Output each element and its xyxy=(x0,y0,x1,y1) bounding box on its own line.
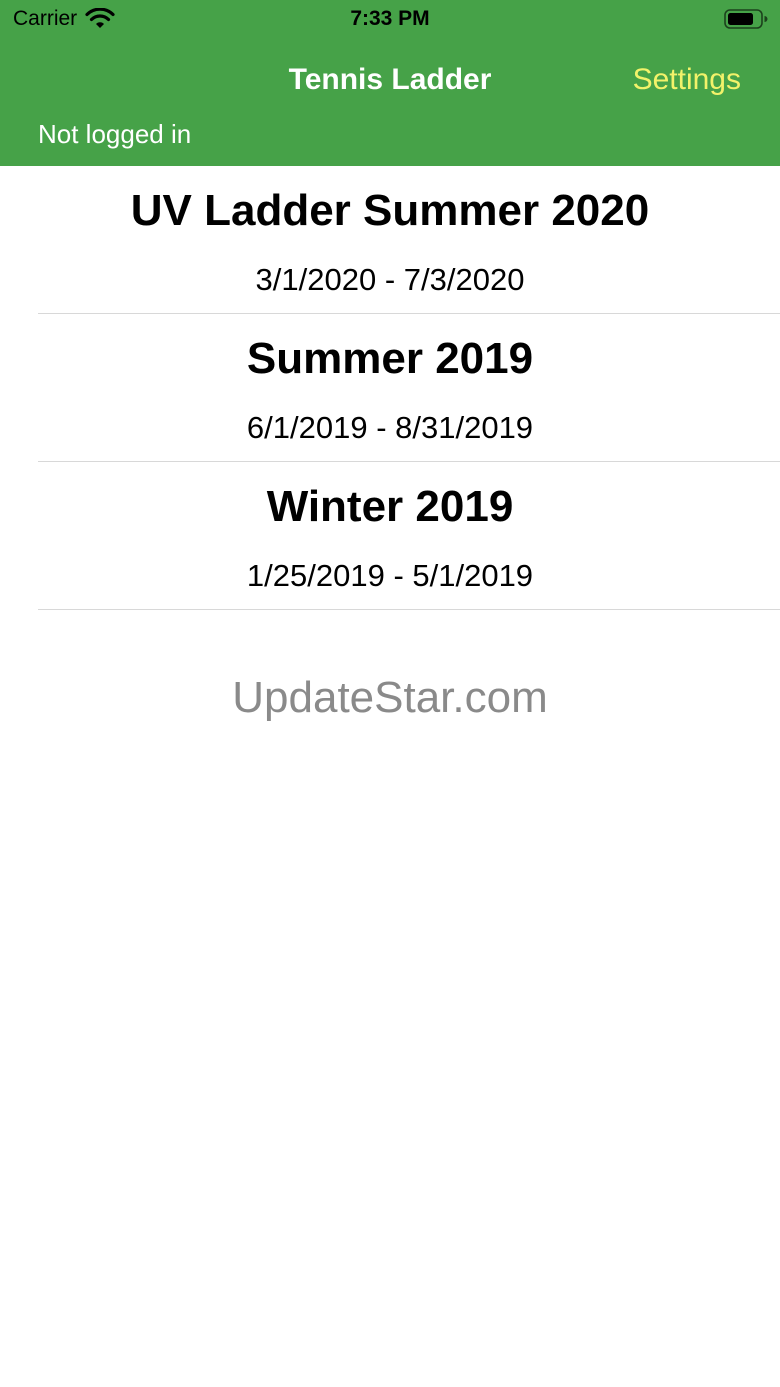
season-row-uv-ladder-summer-2020[interactable]: UV Ladder Summer 2020 3/1/2020 - 7/3/202… xyxy=(0,166,780,314)
settings-button[interactable]: Settings xyxy=(633,60,741,100)
season-row-summer-2019[interactable]: Summer 2019 6/1/2019 - 8/31/2019 xyxy=(0,314,780,462)
season-dates: 1/25/2019 - 5/1/2019 xyxy=(246,558,534,593)
status-bar: Carrier 7:33 PM xyxy=(0,0,780,40)
login-status: Not logged in xyxy=(38,119,192,149)
clock: 7:33 PM xyxy=(350,7,430,30)
navigation-header: Carrier 7:33 PM Tennis Ladder Settings N… xyxy=(0,0,780,166)
season-dates: 3/1/2020 - 7/3/2020 xyxy=(255,262,525,297)
watermark: UpdateStar.com xyxy=(232,673,548,722)
season-row-winter-2019[interactable]: Winter 2019 1/25/2019 - 5/1/2019 xyxy=(0,462,780,610)
season-name: UV Ladder Summer 2020 xyxy=(130,186,650,235)
season-name: Winter 2019 xyxy=(266,482,514,531)
season-dates: 6/1/2019 - 8/31/2019 xyxy=(246,410,534,445)
battery-icon xyxy=(724,9,768,29)
season-name: Summer 2019 xyxy=(246,334,534,383)
season-list: UV Ladder Summer 2020 3/1/2020 - 7/3/202… xyxy=(0,166,780,610)
